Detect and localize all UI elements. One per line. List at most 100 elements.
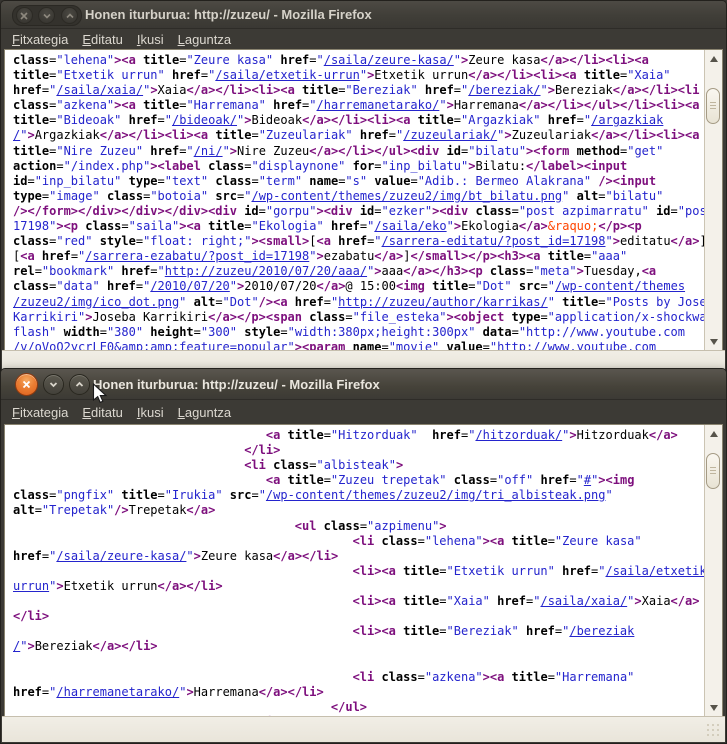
source-link[interactable]: /bereziak: [569, 624, 634, 638]
source-link[interactable]: /2010/07/20: [150, 279, 229, 293]
source-link[interactable]: /saila/zeure-kasa/: [56, 549, 186, 563]
code-line: title="Nire Zuzeu" href="/ni/">Nire Zuze…: [13, 144, 705, 159]
source-link[interactable]: /zuzeulariak/: [403, 128, 497, 142]
code-line: type="image" class="botoia" src="/wp-con…: [13, 189, 705, 204]
minimize-button[interactable]: [43, 374, 64, 395]
scroll-down-button[interactable]: [707, 701, 720, 715]
source-link[interactable]: /harremanetarako/: [317, 98, 440, 112]
source-link[interactable]: /zuzeu2/img/ico_dot.png: [13, 295, 179, 309]
source-link[interactable]: /bereziak/: [468, 83, 540, 97]
code-line: /">Argazkiak</a></li><li><a title="Zuzeu…: [13, 128, 705, 143]
code-line: <li><a title="Etxetik urrun" href="/sail…: [13, 564, 705, 579]
code-line: action="/index.php"><label class="displa…: [13, 159, 705, 174]
menu-item-editatu[interactable]: Editatu: [75, 404, 129, 421]
source-link[interactable]: /wp-content/themes/zuzeu2/img/bt_bilatu.…: [251, 189, 562, 203]
titlebar[interactable]: Honen iturburua: http://zuzeu/ - Mozilla…: [1, 1, 726, 29]
arrow-up-icon: [710, 431, 718, 437]
scroll-down-button[interactable]: [707, 335, 720, 349]
code-line: 17198"><p class="saila"><a title="Ekolog…: [13, 219, 705, 234]
source-link[interactable]: #: [584, 473, 591, 487]
source-link[interactable]: /harremanetarako/: [56, 685, 179, 699]
code-line: urrun">Etxetik urrun</a></li>: [13, 579, 705, 594]
scrollbar[interactable]: [704, 50, 722, 351]
scroll-up-button[interactable]: [707, 427, 720, 441]
thumb-grip-icon: [710, 102, 716, 110]
menu-item-fitxategia[interactable]: Fitxategia: [5, 404, 75, 421]
resize-grip[interactable]: [706, 723, 722, 739]
code-line: </ul>: [13, 700, 705, 715]
source-code: <a title="Hitzorduak" href="/hitzorduak/…: [5, 425, 705, 717]
source-link[interactable]: /saila/zeure-kasa/: [324, 53, 454, 67]
source-link[interactable]: http://zuzeu/2010/07/20/aaa/: [165, 264, 367, 278]
arrow-down-icon: [710, 705, 718, 711]
minimize-icon: [43, 13, 51, 19]
source-link[interactable]: /wp-content/themes: [555, 279, 685, 293]
code-line: flash" width="380" height="300" style="w…: [13, 325, 705, 340]
close-icon: [20, 12, 28, 20]
code-line: </li>: [13, 443, 705, 458]
scroll-up-button[interactable]: [707, 52, 720, 66]
code-line: href="/saila/xaia/">Xaia</a></li><li><a …: [13, 83, 705, 98]
code-line: <li class="azkena"><a title="Harremana": [13, 670, 705, 685]
scrollbar-thumb[interactable]: [706, 453, 720, 489]
window-controls: [15, 373, 90, 396]
source-link[interactable]: /sarrera-editatu/?post_id=17198: [382, 234, 606, 248]
code-line: [<a href="/sarrera-ezabatu/?post_id=1719…: [13, 249, 705, 264]
desktop: { "colors": { "titlebar_bg": "#3c3a35", …: [0, 0, 727, 744]
close-icon: [22, 380, 31, 389]
window-title: Honen iturburua: http://zuzeu/ - Mozilla…: [93, 377, 380, 392]
code-line: <ul class="azpimenu">: [13, 519, 705, 534]
code-line: <li><a title="Xaia" href="/saila/xaia/">…: [13, 594, 705, 609]
scrollbar-thumb[interactable]: [706, 88, 720, 124]
maximize-icon: [75, 381, 84, 388]
code-line: class="data" href="/2010/07/20">2010/07/…: [13, 279, 705, 294]
scrollbar[interactable]: [704, 425, 722, 717]
source-link[interactable]: /saila/etxetik-urrun: [215, 68, 360, 82]
source-link[interactable]: http://zuzeu/author/karrikas/: [338, 295, 548, 309]
code-line: title="Bideoak" href="/bideoak/">Bideoak…: [13, 113, 705, 128]
code-line: [13, 654, 705, 669]
code-line: class="pngfix" title="Irukia" src="/wp-c…: [13, 488, 705, 503]
source-link[interactable]: /ni/: [194, 144, 223, 158]
source-link[interactable]: /saila/xaia/: [540, 594, 627, 608]
source-link[interactable]: /saila/xaia/: [56, 83, 143, 97]
source-link[interactable]: urrun: [13, 579, 49, 593]
code-line: class="lehena"><a title="Zeure kasa" hre…: [13, 53, 705, 68]
maximize-button[interactable]: [61, 7, 78, 24]
window-controls: [12, 5, 82, 26]
source-link[interactable]: /saila/etxetik-: [605, 564, 705, 578]
titlebar[interactable]: Honen iturburua: http://zuzeu/ - Mozilla…: [1, 369, 726, 400]
menu-item-fitxategia[interactable]: Fitxategia: [5, 31, 75, 48]
thumb-grip-icon: [710, 467, 716, 475]
source-link[interactable]: /argazkiak: [591, 113, 663, 127]
statusbar: [2, 350, 725, 370]
minimize-button[interactable]: [38, 7, 55, 24]
code-line: <a title="Zuzeu trepetak" class="off" hr…: [13, 473, 705, 488]
code-line: href="/saila/zeure-kasa/">Zeure kasa</a>…: [13, 549, 705, 564]
code-line: class="azkena"><a title="Harremana" href…: [13, 98, 705, 113]
source-link[interactable]: /sarrera-ezabatu/?post_id=17198: [85, 249, 309, 263]
source-link[interactable]: /wp-content/themes/zuzeu2/img/tri_albist…: [266, 488, 606, 502]
firefox-view-source-window-back: Honen iturburua: http://zuzeu/ - Mozilla…: [0, 0, 727, 372]
source-link[interactable]: /hitzorduak/: [475, 428, 562, 442]
code-line: <li><a title="Bereziak" href="/bereziak: [13, 624, 705, 639]
menu-item-ikusi[interactable]: Ikusi: [130, 404, 171, 421]
code-line: /">Bereziak</a></li>: [13, 639, 705, 654]
code-line: rel="bookmark" href="http://zuzeu/2010/0…: [13, 264, 705, 279]
arrow-down-icon: [710, 339, 718, 345]
source-link[interactable]: /saila/eko: [374, 219, 446, 233]
source-link[interactable]: /bideoak/: [172, 113, 237, 127]
code-line: Karrikiri">Joseba Karrikiri</a></p><span…: [13, 310, 705, 325]
close-button[interactable]: [15, 373, 38, 396]
maximize-icon: [66, 13, 74, 19]
close-button[interactable]: [16, 7, 33, 24]
firefox-view-source-window-front: Honen iturburua: http://zuzeu/ - Mozilla…: [0, 368, 727, 744]
arrow-up-icon: [710, 56, 718, 62]
menu-item-ikusi[interactable]: Ikusi: [130, 31, 171, 48]
code-line: class="red" style="float: right;"><small…: [13, 234, 705, 249]
maximize-button[interactable]: [69, 374, 90, 395]
menubar: FitxategiaEditatuIkusiLaguntza: [1, 29, 726, 49]
menu-item-editatu[interactable]: Editatu: [75, 31, 129, 48]
menu-item-laguntza[interactable]: Laguntza: [171, 404, 239, 421]
menu-item-laguntza[interactable]: Laguntza: [171, 31, 239, 48]
